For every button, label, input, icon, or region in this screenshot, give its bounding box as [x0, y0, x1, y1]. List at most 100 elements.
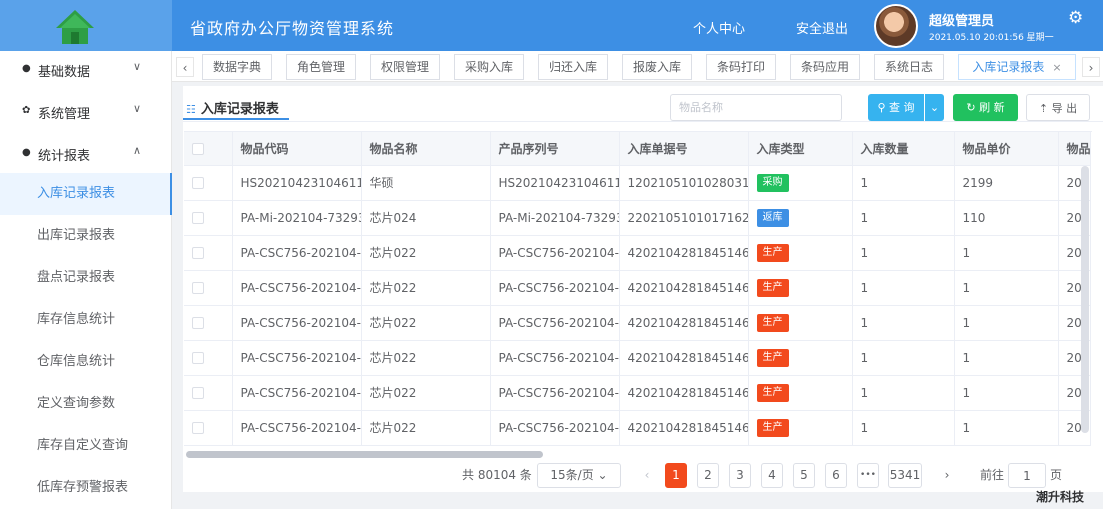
cell-code: PA-CSC756-202104-2 — [232, 235, 362, 271]
sidebar-item-stock-stats[interactable]: 库存信息统计 — [0, 299, 172, 341]
close-icon[interactable]: × — [1052, 61, 1061, 74]
cell-serial: PA-CSC756-202104-2 — [490, 270, 620, 306]
sidebar-item-outbound-report[interactable]: 出库记录报表 — [0, 215, 172, 257]
tab-scroll-left-icon[interactable]: ‹ — [176, 57, 194, 77]
avatar[interactable] — [874, 4, 918, 48]
cell-doc-number: 4202104281845146220 — [619, 305, 749, 341]
jump-page-input[interactable] — [1008, 463, 1046, 488]
menu-group-basic-data[interactable]: ● 基础数据 ∨ — [0, 51, 172, 87]
page-number-last[interactable]: 5341 — [888, 463, 922, 488]
menu-group-reports[interactable]: ● 统计报表 ∧ — [0, 135, 172, 171]
tab-inbound-report[interactable]: 入库记录报表 × — [958, 54, 1076, 80]
cell-name: 芯片022 — [361, 305, 491, 341]
page-number[interactable]: 2 — [697, 463, 719, 488]
search-input[interactable] — [670, 94, 842, 121]
checkbox-cell[interactable] — [184, 410, 233, 446]
table-row[interactable]: PA-CSC756-202104-2 芯片022 PA-CSC756-202104-… — [184, 340, 1091, 376]
column-header[interactable]: 产品序列号 — [490, 132, 620, 166]
export-icon: ⇡ — [1038, 102, 1052, 115]
horizontal-scrollbar[interactable] — [186, 451, 543, 458]
cell-name: 芯片022 — [361, 410, 491, 446]
tab-return-inbound[interactable]: 归还入库 — [538, 54, 608, 80]
select-all-cell[interactable] — [184, 132, 233, 166]
export-label: 导 出 — [1051, 102, 1078, 115]
row-checkbox[interactable] — [192, 282, 204, 294]
page-size-select[interactable]: 15条/页 ⌄ — [537, 463, 621, 488]
cell-price: 2199 — [954, 165, 1059, 201]
export-button[interactable]: ⇡ 导 出 — [1026, 94, 1090, 121]
row-checkbox[interactable] — [192, 177, 204, 189]
row-checkbox[interactable] — [192, 247, 204, 259]
tab-purchase-inbound[interactable]: 采购入库 — [454, 54, 524, 80]
prev-page-icon[interactable]: ‹ — [636, 463, 658, 488]
logout-link[interactable]: 安全退出 — [796, 18, 848, 37]
user-name: 超级管理员 — [929, 14, 995, 29]
vertical-scrollbar[interactable] — [1081, 166, 1089, 433]
tab-scroll-right-icon[interactable]: › — [1082, 57, 1100, 77]
row-checkbox[interactable] — [192, 317, 204, 329]
sidebar-item-query-params[interactable]: 定义查询参数 — [0, 383, 172, 425]
query-button[interactable]: ⚲ 查 询 — [868, 94, 924, 121]
checkbox-cell[interactable] — [184, 235, 233, 271]
tab-data-dictionary[interactable]: 数据字典 — [202, 54, 272, 80]
row-checkbox[interactable] — [192, 387, 204, 399]
column-header[interactable]: 入库单据号 — [619, 132, 749, 166]
column-header[interactable]: 物品单价 — [954, 132, 1059, 166]
gear-icon: ✿ — [22, 105, 31, 116]
table-row[interactable]: PA-Mi-202104-732930 芯片024 PA-Mi-202104-732… — [184, 200, 1091, 236]
current-datetime: 2021.05.10 20:01:56 星期一 — [929, 33, 1054, 43]
more-pages[interactable]: ••• — [857, 463, 879, 488]
row-checkbox[interactable] — [192, 212, 204, 224]
table-row[interactable]: PA-CSC756-202104-2 芯片022 PA-CSC756-202104-… — [184, 410, 1091, 446]
tab-scrap-inbound[interactable]: 报废入库 — [622, 54, 692, 80]
table-row[interactable]: PA-CSC756-202104-2 芯片022 PA-CSC756-202104-… — [184, 305, 1091, 341]
table-row[interactable]: PA-CSC756-202104-2 芯片022 PA-CSC756-202104-… — [184, 375, 1091, 411]
column-header[interactable]: 入库数量 — [852, 132, 955, 166]
next-page-icon[interactable]: › — [936, 463, 958, 488]
page-number[interactable]: 1 — [665, 463, 687, 488]
sidebar-item-custom-query[interactable]: 库存自定义查询 — [0, 425, 172, 467]
select-all-checkbox[interactable] — [192, 142, 204, 155]
personal-center-link[interactable]: 个人中心 — [693, 18, 745, 37]
sidebar-item-stocktake-report[interactable]: 盘点记录报表 — [0, 257, 172, 299]
chevron-down-icon: ∨ — [133, 60, 142, 73]
column-header[interactable]: 物品 — [1058, 132, 1091, 166]
table-row[interactable]: PA-CSC756-202104-2 芯片022 PA-CSC756-202104-… — [184, 270, 1091, 306]
table-row[interactable]: PA-CSC756-202104-2 芯片022 PA-CSC756-202104-… — [184, 235, 1091, 271]
checkbox-cell[interactable] — [184, 270, 233, 306]
tab-barcode-app[interactable]: 条码应用 — [790, 54, 860, 80]
column-header[interactable]: 物品代码 — [232, 132, 362, 166]
cell-quantity: 1 — [852, 165, 955, 201]
checkbox-cell[interactable] — [184, 305, 233, 341]
tab-system-log[interactable]: 系统日志 — [874, 54, 944, 80]
checkbox-cell[interactable] — [184, 375, 233, 411]
page-number[interactable]: 4 — [761, 463, 783, 488]
sidebar-item-warehouse-stats[interactable]: 仓库信息统计 — [0, 341, 172, 383]
row-checkbox[interactable] — [192, 422, 204, 434]
page-number[interactable]: 5 — [793, 463, 815, 488]
cell-code: PA-CSC756-202104-2 — [232, 340, 362, 376]
column-header[interactable]: 入库类型 — [748, 132, 853, 166]
cell-price: 1 — [954, 305, 1059, 341]
tab-permission-management[interactable]: 权限管理 — [370, 54, 440, 80]
jump-label: 前往 — [980, 468, 1005, 482]
table-row[interactable]: HS2021042310461154华硕HS202104231046115412… — [184, 165, 1091, 201]
row-checkbox[interactable] — [192, 352, 204, 364]
checkbox-cell[interactable] — [184, 340, 233, 376]
sidebar-item-low-stock[interactable]: 低库存预警报表 — [0, 467, 172, 509]
refresh-button[interactable]: ↻ 刷 新 — [953, 94, 1018, 121]
sidebar-item-inbound-report[interactable]: 入库记录报表 — [0, 173, 172, 215]
chevron-down-icon[interactable]: ⌄ — [925, 94, 944, 121]
home-icon — [56, 10, 94, 44]
checkbox-cell[interactable] — [184, 200, 233, 236]
tab-barcode-print[interactable]: 条码打印 — [706, 54, 776, 80]
column-header[interactable]: 物品名称 — [361, 132, 491, 166]
gear-icon[interactable]: ⚙ — [1068, 8, 1083, 28]
cell-doc-number: 4202104281845146220 — [619, 410, 749, 446]
checkbox-cell[interactable] — [184, 165, 233, 201]
menu-group-system[interactable]: ✿ 系统管理 ∨ — [0, 93, 172, 129]
page-number[interactable]: 3 — [729, 463, 751, 488]
page-number[interactable]: 6 — [825, 463, 847, 488]
tab-role-management[interactable]: 角色管理 — [286, 54, 356, 80]
menu-group-label: 基础数据 — [38, 65, 91, 80]
